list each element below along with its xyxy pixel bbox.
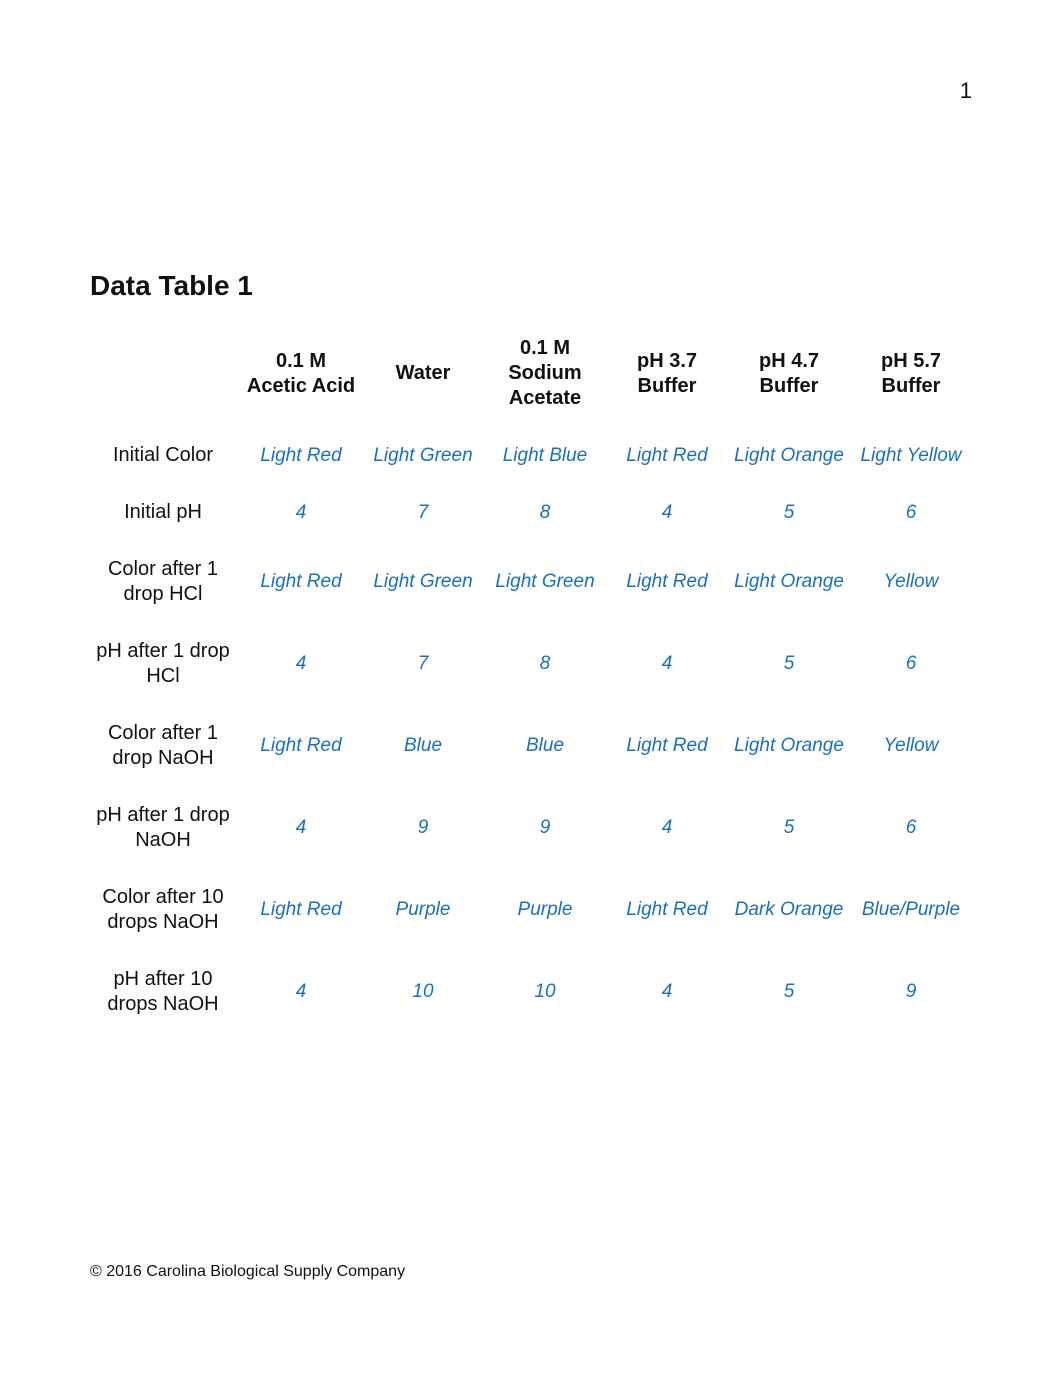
cell-value: Light Red bbox=[606, 541, 728, 623]
cell-value: Light Orange bbox=[728, 427, 850, 484]
cell-value: 8 bbox=[484, 623, 606, 705]
footer-copyright: © 2016 Carolina Biological Supply Compan… bbox=[90, 1263, 405, 1281]
cell-value: Light Red bbox=[240, 869, 362, 951]
row-label: Color after 1 drop HCl bbox=[90, 541, 240, 623]
col-header: 0.1 M Sodium Acetate bbox=[484, 320, 606, 427]
col-header: pH 5.7 Buffer bbox=[850, 320, 972, 427]
cell-value: 4 bbox=[240, 787, 362, 869]
cell-value: 6 bbox=[850, 623, 972, 705]
table-row: Initial pH478456 bbox=[90, 484, 972, 541]
cell-value: Light Red bbox=[240, 541, 362, 623]
cell-value: Blue bbox=[484, 705, 606, 787]
cell-value: Light Red bbox=[606, 705, 728, 787]
cell-value: Light Red bbox=[240, 427, 362, 484]
cell-value: 5 bbox=[728, 623, 850, 705]
row-label: Color after 1 drop NaOH bbox=[90, 705, 240, 787]
cell-value: 4 bbox=[240, 623, 362, 705]
header-blank bbox=[90, 320, 240, 427]
cell-value: 4 bbox=[606, 623, 728, 705]
cell-value: Yellow bbox=[850, 705, 972, 787]
row-label: pH after 1 drop NaOH bbox=[90, 787, 240, 869]
table-row: Color after 10 drops NaOHLight RedPurple… bbox=[90, 869, 972, 951]
table-row: Color after 1 drop NaOHLight RedBlueBlue… bbox=[90, 705, 972, 787]
cell-value: 9 bbox=[484, 787, 606, 869]
cell-value: Light Green bbox=[362, 541, 484, 623]
cell-value: Light Orange bbox=[728, 705, 850, 787]
cell-value: Light Orange bbox=[728, 541, 850, 623]
cell-value: 8 bbox=[484, 484, 606, 541]
cell-value: Light Red bbox=[606, 427, 728, 484]
table-title: Data Table 1 bbox=[90, 270, 972, 302]
cell-value: 7 bbox=[362, 484, 484, 541]
table-row: pH after 1 drop HCl478456 bbox=[90, 623, 972, 705]
cell-value: 10 bbox=[484, 951, 606, 1033]
table-row: Initial ColorLight RedLight GreenLight B… bbox=[90, 427, 972, 484]
page-number: 1 bbox=[960, 78, 972, 104]
cell-value: 10 bbox=[362, 951, 484, 1033]
row-label: Color after 10 drops NaOH bbox=[90, 869, 240, 951]
cell-value: Light Green bbox=[362, 427, 484, 484]
col-header: Water bbox=[362, 320, 484, 427]
cell-value: Blue bbox=[362, 705, 484, 787]
cell-value: Light Blue bbox=[484, 427, 606, 484]
cell-value: Light Red bbox=[606, 869, 728, 951]
cell-value: 5 bbox=[728, 484, 850, 541]
cell-value: 6 bbox=[850, 484, 972, 541]
row-label: Initial pH bbox=[90, 484, 240, 541]
cell-value: 9 bbox=[850, 951, 972, 1033]
col-header: pH 4.7 Buffer bbox=[728, 320, 850, 427]
row-label: pH after 10 drops NaOH bbox=[90, 951, 240, 1033]
col-header: 0.1 M Acetic Acid bbox=[240, 320, 362, 427]
cell-value: Light Green bbox=[484, 541, 606, 623]
cell-value: 9 bbox=[362, 787, 484, 869]
row-label: pH after 1 drop HCl bbox=[90, 623, 240, 705]
data-table: 0.1 M Acetic Acid Water 0.1 M Sodium Ace… bbox=[90, 320, 972, 1033]
col-header: pH 3.7 Buffer bbox=[606, 320, 728, 427]
cell-value: 4 bbox=[606, 787, 728, 869]
cell-value: Yellow bbox=[850, 541, 972, 623]
cell-value: Light Red bbox=[240, 705, 362, 787]
table-row: pH after 1 drop NaOH499456 bbox=[90, 787, 972, 869]
table-body: Initial ColorLight RedLight GreenLight B… bbox=[90, 427, 972, 1033]
cell-value: 5 bbox=[728, 787, 850, 869]
cell-value: Dark Orange bbox=[728, 869, 850, 951]
table-header-row: 0.1 M Acetic Acid Water 0.1 M Sodium Ace… bbox=[90, 320, 972, 427]
cell-value: 6 bbox=[850, 787, 972, 869]
cell-value: 5 bbox=[728, 951, 850, 1033]
cell-value: Blue/Purple bbox=[850, 869, 972, 951]
table-row: pH after 10 drops NaOH41010459 bbox=[90, 951, 972, 1033]
cell-value: 4 bbox=[240, 484, 362, 541]
cell-value: Purple bbox=[484, 869, 606, 951]
table-row: Color after 1 drop HClLight RedLight Gre… bbox=[90, 541, 972, 623]
cell-value: 4 bbox=[240, 951, 362, 1033]
cell-value: 4 bbox=[606, 484, 728, 541]
cell-value: Light Yellow bbox=[850, 427, 972, 484]
row-label: Initial Color bbox=[90, 427, 240, 484]
cell-value: 4 bbox=[606, 951, 728, 1033]
cell-value: 7 bbox=[362, 623, 484, 705]
cell-value: Purple bbox=[362, 869, 484, 951]
